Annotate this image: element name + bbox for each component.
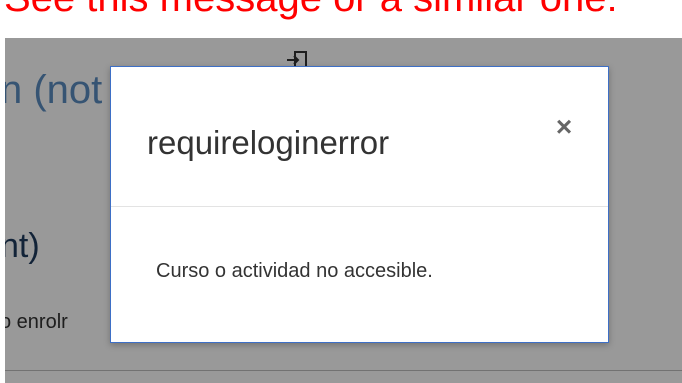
error-dialog: requireloginerror × Curso o actividad no… — [110, 66, 609, 343]
dialog-body: Curso o actividad no accesible. — [111, 207, 608, 342]
dialog-title: requireloginerror — [147, 124, 390, 161]
instruction-text: See this message or a similar one: — [4, 0, 618, 18]
dialog-message: Curso o actividad no accesible. — [156, 260, 433, 282]
close-icon[interactable]: × — [554, 113, 574, 141]
dialog-header: requireloginerror × — [111, 67, 608, 207]
instruction-banner: See this message or a similar one: — [0, 0, 682, 38]
